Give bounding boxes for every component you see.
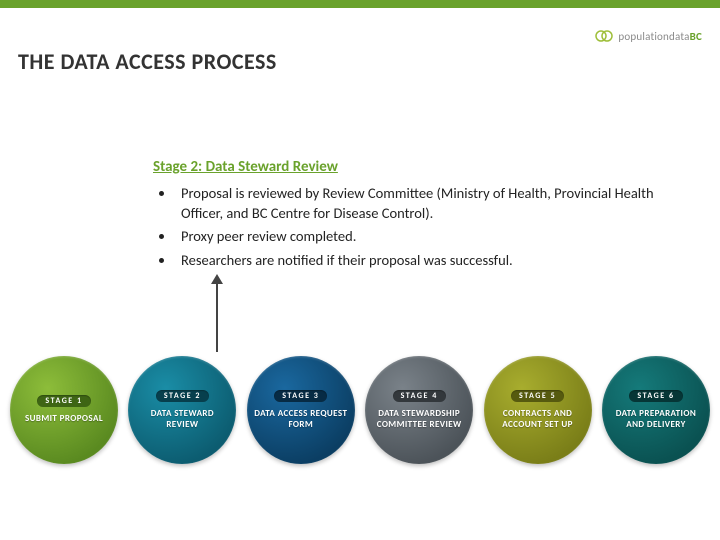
brand-name: populationdata [618,30,689,43]
stage-2-circle: STAGE 2 DATA STEWARD REVIEW [128,356,236,464]
stage-tag: STAGE 5 [511,390,564,402]
stage-tag: STAGE 3 [274,390,327,402]
stage-tag: STAGE 2 [156,390,209,402]
bullet-item: Proposal is reviewed by Review Committee… [175,184,683,223]
stages-row: STAGE 1 SUBMIT PROPOSAL STAGE 2 DATA STE… [0,350,720,470]
stage-label: DATA STEWARD REVIEW [132,408,232,431]
stage-6-circle: STAGE 6 DATA PREPARATION AND DELIVERY [602,356,710,464]
callout-line [216,278,218,352]
page-title: THE DATA ACCESS PROCESS [18,48,277,75]
stage-tag: STAGE 1 [37,395,90,407]
bullet-item: Researchers are notified if their propos… [175,251,683,271]
stage-detail-content: Stage 2: Data Steward Review Proposal is… [153,158,683,274]
bullet-list: Proposal is reviewed by Review Committee… [153,184,683,270]
header-accent-bar [0,0,720,8]
stage-4-circle: STAGE 4 DATA STEWARDSHIP COMMITTEE REVIE… [365,356,473,464]
brand-logo: populationdataBC [594,26,702,46]
stage-heading: Stage 2: Data Steward Review [153,158,683,176]
stage-label: DATA PREPARATION AND DELIVERY [606,408,706,431]
stage-label: SUBMIT PROPOSAL [23,413,105,424]
stage-label: CONTRACTS AND ACCOUNT SET UP [488,408,588,431]
brand-suffix: BC [690,30,702,43]
bullet-item: Proxy peer review completed. [175,227,683,247]
stage-label: DATA ACCESS REQUEST FORM [251,408,351,431]
stage-tag: STAGE 6 [629,390,682,402]
stage-5-circle: STAGE 5 CONTRACTS AND ACCOUNT SET UP [484,356,592,464]
stage-label: DATA STEWARDSHIP COMMITTEE REVIEW [369,408,469,431]
logo-icon [594,26,614,46]
stage-3-circle: STAGE 3 DATA ACCESS REQUEST FORM [247,356,355,464]
stage-1-circle: STAGE 1 SUBMIT PROPOSAL [10,356,118,464]
stage-tag: STAGE 4 [393,390,446,402]
